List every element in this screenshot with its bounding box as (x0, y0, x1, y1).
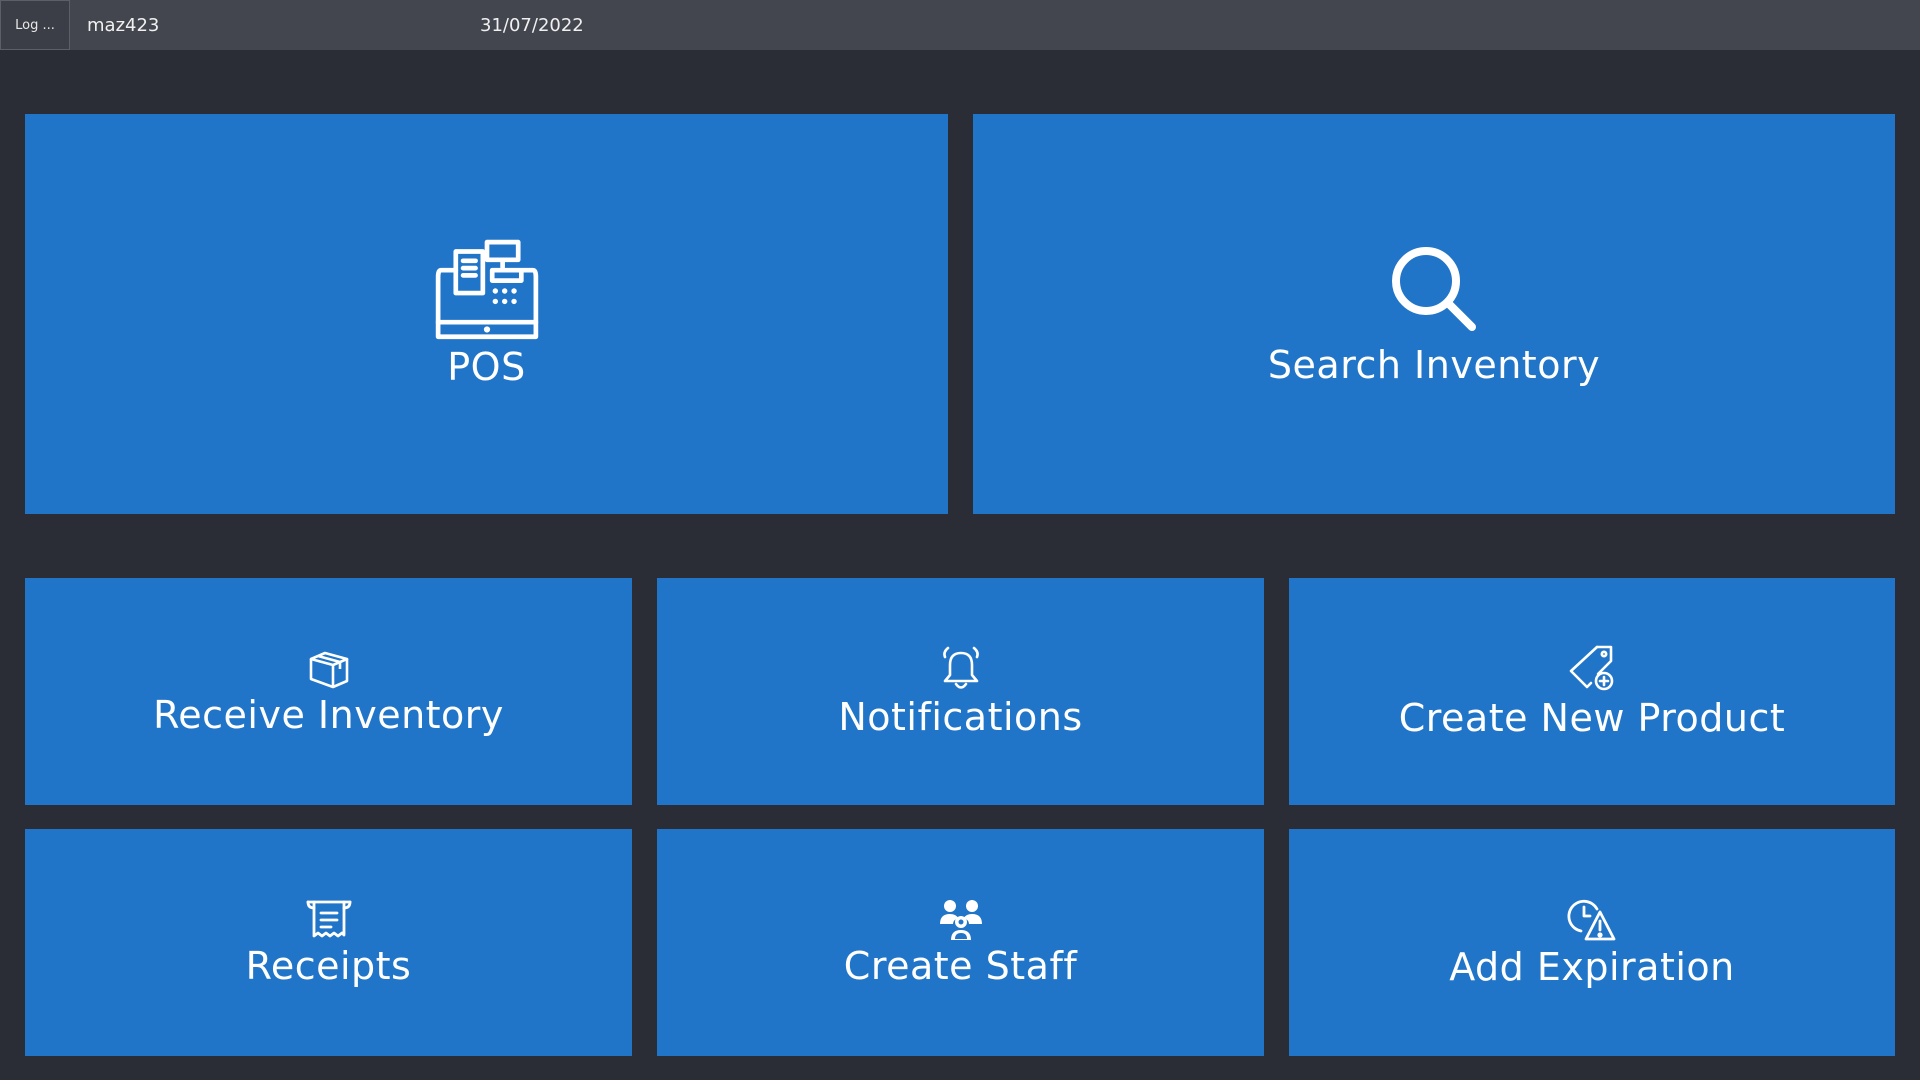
receipts-label: Receipts (245, 943, 412, 988)
cash-register-icon (435, 239, 539, 343)
tag-plus-icon (1567, 644, 1617, 694)
date-label: 31/07/2022 (480, 14, 584, 36)
receive-inventory-tile[interactable]: Receive Inventory (25, 578, 632, 805)
create-new-product-label: Create New Product (1398, 695, 1786, 740)
receive-inventory-label: Receive Inventory (153, 692, 504, 737)
bell-icon (937, 645, 985, 693)
create-staff-label: Create Staff (843, 943, 1078, 988)
notifications-tile[interactable]: Notifications (657, 578, 1264, 805)
search-inventory-tile[interactable]: Search Inventory (973, 114, 1895, 514)
receipts-tile[interactable]: Receipts (25, 829, 632, 1056)
notifications-label: Notifications (838, 694, 1083, 739)
logout-button[interactable]: Log ... (0, 0, 70, 50)
username-label: maz423 (87, 14, 160, 36)
receipt-scroll-icon (305, 898, 353, 942)
box-icon (307, 647, 351, 691)
add-expiration-label: Add Expiration (1449, 944, 1735, 989)
create-new-product-tile[interactable]: Create New Product (1289, 578, 1895, 805)
pos-label: POS (447, 345, 526, 389)
create-staff-tile[interactable]: Create Staff (657, 829, 1264, 1056)
pos-tile[interactable]: POS (25, 114, 948, 514)
search-icon (1384, 241, 1484, 341)
search-inventory-label: Search Inventory (1267, 343, 1601, 387)
users-icon (936, 898, 986, 942)
top-bar: Log ... maz423 31/07/2022 (0, 0, 1920, 50)
add-expiration-tile[interactable]: Add Expiration (1289, 829, 1895, 1056)
clock-warning-icon (1567, 897, 1617, 943)
